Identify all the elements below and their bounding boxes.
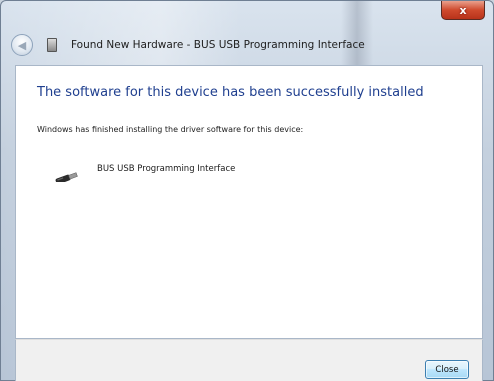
- usb-device-icon: [55, 172, 78, 182]
- dialog-window: x ◀ Found New Hardware - BUS USB Program…: [0, 0, 494, 381]
- content-panel: The software for this device has been su…: [15, 65, 483, 339]
- hardware-icon: [47, 38, 57, 52]
- dialog-footer: Close: [15, 339, 483, 381]
- titlebar: ◀ Found New Hardware - BUS USB Programmi…: [7, 25, 485, 65]
- back-button[interactable]: ◀: [11, 34, 33, 56]
- close-button[interactable]: Close: [425, 360, 469, 379]
- back-arrow-icon: ◀: [17, 38, 27, 52]
- device-name: BUS USB Programming Interface: [97, 164, 236, 174]
- description-text: Windows has finished installing the driv…: [37, 125, 304, 134]
- page-title: The software for this device has been su…: [37, 85, 424, 100]
- close-icon: x: [459, 3, 467, 17]
- device-row: BUS USB Programming Interface: [40, 158, 340, 184]
- window-close-button[interactable]: x: [441, 1, 485, 20]
- window-title: Found New Hardware - BUS USB Programming…: [71, 39, 365, 51]
